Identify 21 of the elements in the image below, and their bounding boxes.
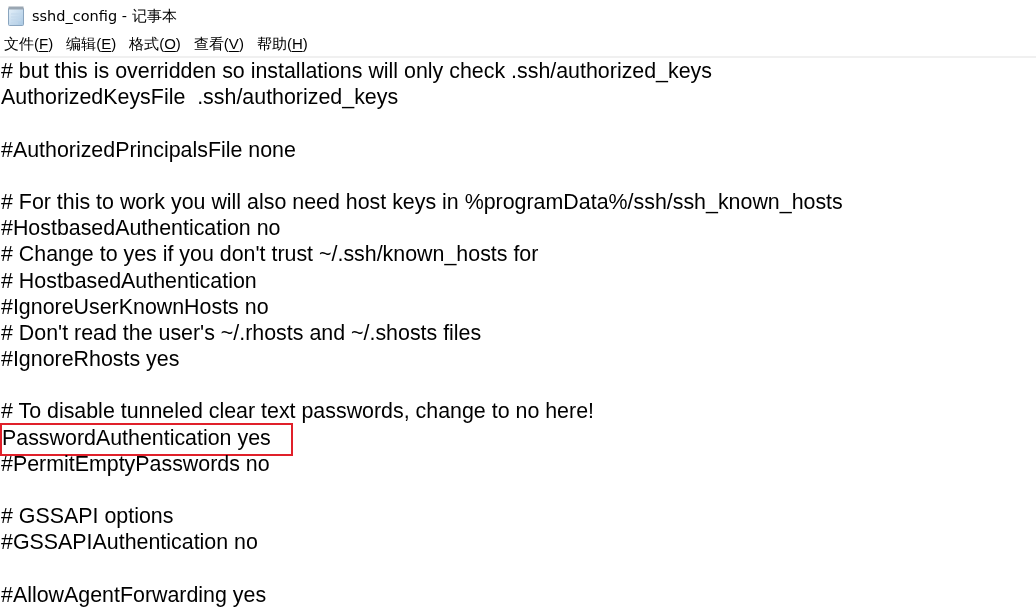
code-line: #HostbasedAuthentication no [1, 215, 282, 242]
menu-item[interactable]: 编辑(E) [62, 33, 126, 55]
menu-item[interactable]: 查看(V) [189, 33, 253, 55]
code-line: #IgnoreRhosts yes [1, 346, 181, 373]
notepad-icon [7, 6, 25, 26]
code-line: #AuthorizedPrincipalsFile none [1, 136, 297, 163]
code-line: #GSSAPIAuthentication no [1, 529, 259, 556]
code-line: # but this is overridden so installations will only check .ssh/authorized_keys [1, 58, 713, 85]
code-line: # Don't read the user's ~/.rhosts and ~/.shosts files [1, 319, 483, 347]
menu-item[interactable]: 帮助(H) [252, 33, 317, 55]
menu-item[interactable]: 格式(O) [125, 33, 190, 55]
code-line: # To disable tunneled clear text passwords, change to no here! [1, 398, 595, 425]
window-title: sshd_config - 记事本 [32, 6, 177, 26]
code-line: AuthorizedKeysFile .ssh/authorized_keys [1, 84, 400, 111]
code-line: # For this to work you will also need host keys in %programData%/ssh/ssh_known_hosts [1, 188, 844, 216]
code-line: # Change to yes if you don't trust ~/.ssh/known_hosts for [1, 241, 540, 268]
menu-item[interactable]: 文件(F) [0, 33, 63, 55]
code-line: #AllowAgentForwarding yes [1, 581, 268, 608]
code-line: #IgnoreUserKnownHosts no [1, 293, 270, 320]
code-line: # HostbasedAuthentication [1, 267, 258, 294]
code-line: # GSSAPI options [1, 503, 175, 530]
